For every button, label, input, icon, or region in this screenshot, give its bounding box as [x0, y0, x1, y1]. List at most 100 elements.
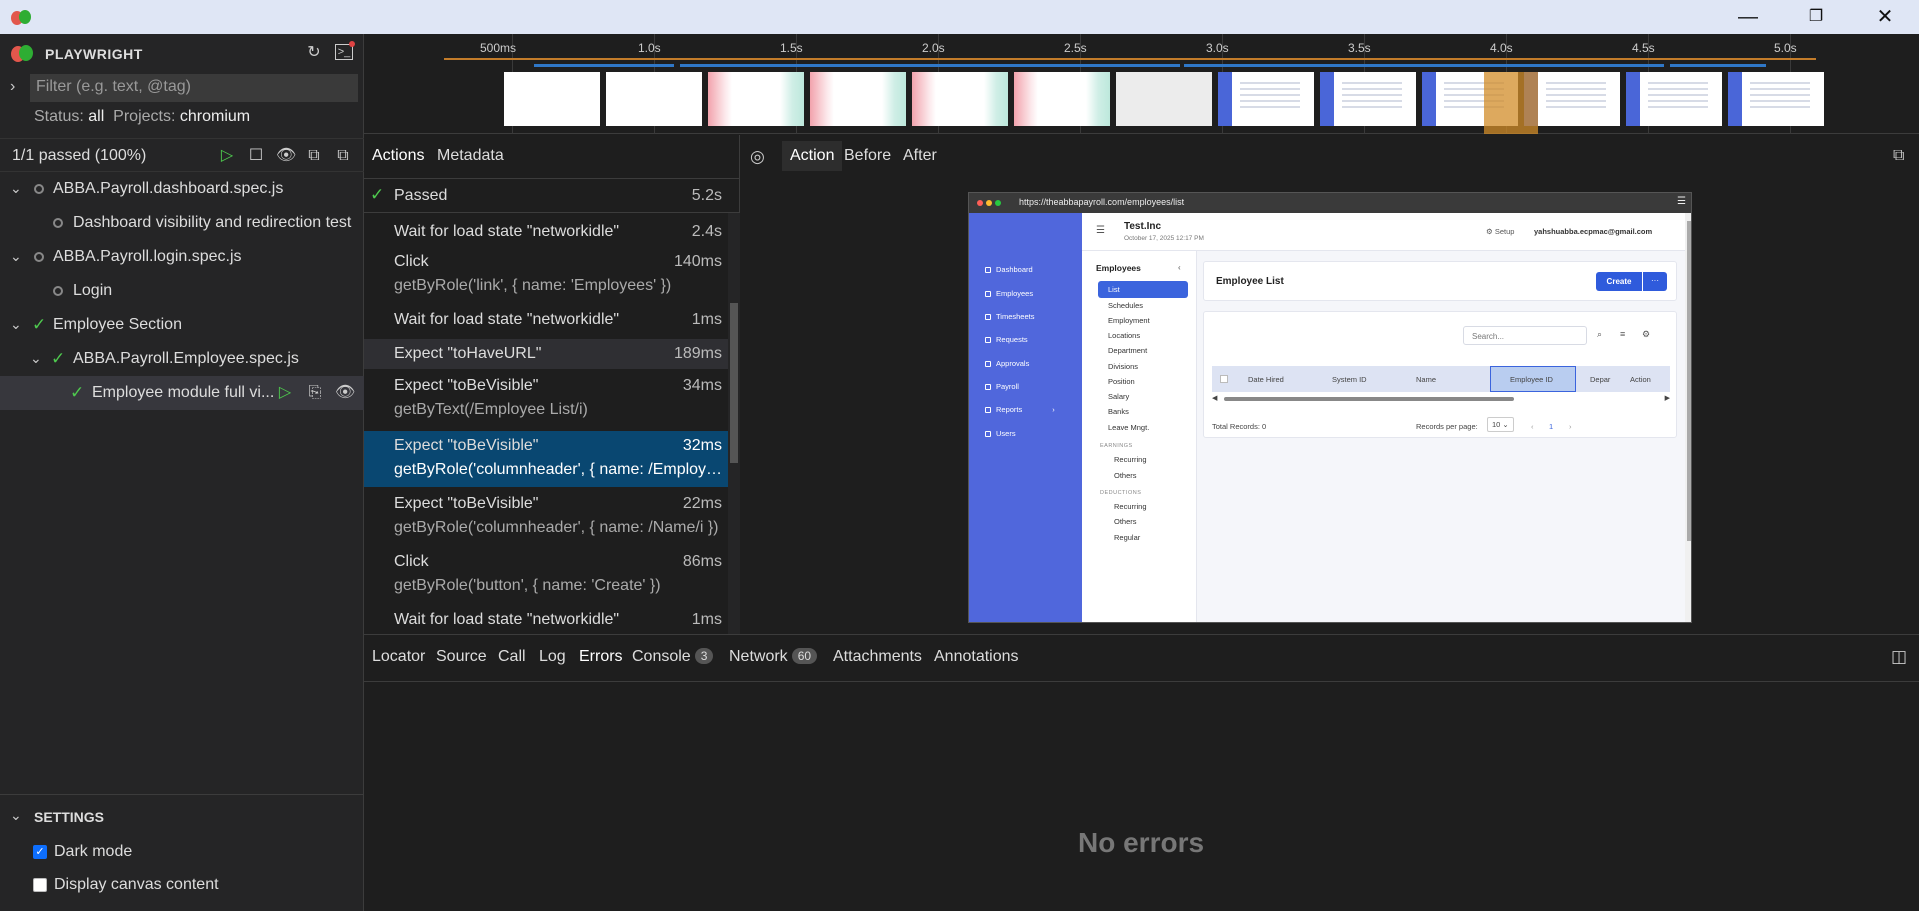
chevron-down-icon[interactable]: ⌄: [10, 180, 22, 197]
filmstrip-frame[interactable]: [606, 72, 702, 126]
filter-input[interactable]: Filter (e.g. text, @tag): [30, 74, 358, 102]
submenu-earnings-others: Others: [1114, 471, 1137, 480]
action-item[interactable]: Expect "toHaveURL" 189ms: [364, 339, 728, 369]
reload-icon[interactable]: ↻: [305, 44, 323, 62]
filmstrip-frame[interactable]: [1728, 72, 1824, 126]
app-nav-approvals: Approvals: [985, 359, 1029, 368]
tab-console[interactable]: Console 3: [632, 648, 714, 666]
filmstrip-frame[interactable]: [504, 72, 600, 126]
filmstrip-frame[interactable]: [810, 72, 906, 126]
tree-item-employee-spec[interactable]: ⌄ ✓ ABBA.Payroll.Employee.spec.js: [0, 342, 364, 376]
watch-icon[interactable]: 👁: [276, 147, 296, 165]
action-item[interactable]: Wait for load state "networkidle" 1ms: [364, 605, 728, 634]
collapse-all-icon[interactable]: ⧉: [305, 147, 323, 165]
open-external-icon[interactable]: ⧉: [1893, 147, 1904, 165]
tab-annotations[interactable]: Annotations: [934, 648, 1019, 666]
tab-errors[interactable]: Errors: [579, 648, 623, 666]
action-item[interactable]: Wait for load state "networkidle" 1ms: [364, 305, 728, 335]
page-title-card: Employee List Create ···: [1203, 261, 1677, 301]
tab-before[interactable]: Before: [844, 147, 891, 165]
canvas-content-checkbox[interactable]: [33, 878, 47, 892]
tree-item-dashboard-spec[interactable]: ⌄ ABBA.Payroll.dashboard.spec.js: [0, 172, 364, 206]
actions-panel: Actions Metadata ✓ Passed 5.2s Wait for …: [364, 135, 740, 634]
tab-action[interactable]: Action: [782, 141, 843, 171]
tab-metadata[interactable]: Metadata: [437, 147, 504, 165]
filmstrip-frame[interactable]: [912, 72, 1008, 126]
filmstrip-frame[interactable]: [1626, 72, 1722, 126]
browser-dot-red: [977, 200, 983, 206]
tab-network[interactable]: Network 60: [729, 648, 818, 666]
action-duration: 34ms: [682, 377, 722, 394]
chevron-down-icon[interactable]: ⌄: [10, 316, 22, 333]
chevron-down-icon[interactable]: ⌄: [10, 248, 22, 265]
browser-toolbar: https://theabbapayroll.com/employees/lis…: [969, 193, 1691, 213]
total-duration: 5.2s: [691, 187, 722, 204]
tree-item-login[interactable]: Login: [0, 274, 364, 308]
timeline[interactable]: 500ms 1.0s 1.5s 2.0s 2.5s 3.0s 3.5s 4.0s…: [364, 34, 1919, 134]
tab-actions[interactable]: Actions: [372, 147, 424, 165]
tree-item-employee-test[interactable]: ✓ Employee module full vi... ▷ ⎘ 👁: [0, 376, 364, 410]
action-item[interactable]: Click 86ms getByRole('button', { name: '…: [364, 547, 728, 603]
tab-log[interactable]: Log: [539, 648, 566, 666]
menu-icon: ☰: [1677, 196, 1686, 207]
tree-item-label: ABBA.Payroll.login.spec.js: [53, 248, 242, 265]
records-per-page-select: 10 ⌄: [1487, 417, 1514, 432]
actions-scrollbar[interactable]: [728, 213, 740, 634]
tab-source[interactable]: Source: [436, 648, 487, 666]
minimize-button[interactable]: —: [1725, 0, 1771, 34]
app-sidebar: Dashboard Employees Timesheets Requests …: [969, 213, 1082, 622]
filmstrip-frame[interactable]: [1116, 72, 1212, 126]
filmstrip-frame[interactable]: [1524, 72, 1620, 126]
tab-attachments[interactable]: Attachments: [833, 648, 922, 666]
tree-item-employee-section[interactable]: ⌄ ✓ Employee Section: [0, 308, 364, 342]
action-item[interactable]: Expect "toBeVisible" 22ms getByRole('col…: [364, 489, 728, 545]
pick-locator-icon[interactable]: ◎: [750, 147, 765, 167]
actions-tabs: Actions Metadata: [364, 135, 740, 179]
projects-value[interactable]: chromium: [180, 108, 250, 125]
status-value[interactable]: all: [88, 108, 104, 125]
app-nav-requests: Requests: [985, 335, 1028, 344]
submenu-list: List: [1098, 281, 1188, 298]
app-header: ☰ Test.Inc October 17, 2025 12:17 PM ⚙ S…: [1082, 213, 1685, 251]
run-all-icon[interactable]: ▷: [218, 147, 236, 165]
action-list: Wait for load state "networkidle" 2.4s C…: [364, 213, 728, 634]
action-item[interactable]: Wait for load state "networkidle" 2.4s: [364, 217, 728, 247]
tree-item-dashboard-test[interactable]: Dashboard visibility and redirection tes…: [0, 206, 364, 240]
filmstrip-frame[interactable]: [1014, 72, 1110, 126]
close-window-button[interactable]: ✕: [1862, 0, 1908, 34]
submenu-department: Department: [1108, 346, 1148, 355]
filmstrip-frame[interactable]: [1320, 72, 1416, 126]
stop-icon[interactable]: ☐: [247, 147, 265, 165]
filmstrip-frame[interactable]: [1218, 72, 1314, 126]
tab-locator[interactable]: Locator: [372, 648, 425, 666]
action-duration: 1ms: [691, 611, 722, 628]
tree-item-label: Login: [73, 282, 113, 299]
action-item[interactable]: Click 140ms getByRole('link', { name: 'E…: [364, 247, 728, 303]
tree-item-login-spec[interactable]: ⌄ ABBA.Payroll.login.spec.js: [0, 240, 364, 274]
tree-item-label: ABBA.Payroll.dashboard.spec.js: [53, 180, 284, 197]
watch-test-icon[interactable]: 👁: [335, 384, 355, 402]
page-scrollbar: [1685, 213, 1691, 622]
run-test-icon[interactable]: ▷: [276, 384, 294, 402]
scrollbar-thumb[interactable]: [730, 303, 738, 463]
chevron-down-icon[interactable]: ⌄: [10, 807, 22, 824]
app-nav-dashboard: Dashboard: [985, 265, 1033, 274]
action-selector: getByRole('button', { name: 'Create' }): [394, 577, 661, 594]
tree-item-label: Employee module full vi...: [92, 384, 275, 401]
app-nav-timesheets: Timesheets: [985, 312, 1035, 321]
chevron-right-icon[interactable]: ›: [10, 78, 15, 96]
timeline-selection[interactable]: [1484, 72, 1538, 134]
open-source-icon[interactable]: ⎘: [306, 384, 324, 402]
toggle-layout-icon[interactable]: ◫: [1891, 647, 1907, 667]
tab-after[interactable]: After: [903, 147, 937, 165]
tab-call[interactable]: Call: [498, 648, 526, 666]
filmstrip-frame[interactable]: [708, 72, 804, 126]
action-duration: 32ms: [682, 437, 722, 454]
not-run-icon: [53, 218, 63, 228]
action-item[interactable]: Expect "toBeVisible" 34ms getByText(/Emp…: [364, 371, 728, 427]
dark-mode-checkbox[interactable]: ✓: [33, 845, 47, 859]
restore-button[interactable]: ❐: [1793, 0, 1839, 34]
action-item-selected[interactable]: Expect "toBeVisible" 32ms getByRole('col…: [364, 431, 728, 487]
expand-all-icon[interactable]: ⧉: [334, 147, 352, 165]
chevron-down-icon[interactable]: ⌄: [30, 350, 42, 367]
